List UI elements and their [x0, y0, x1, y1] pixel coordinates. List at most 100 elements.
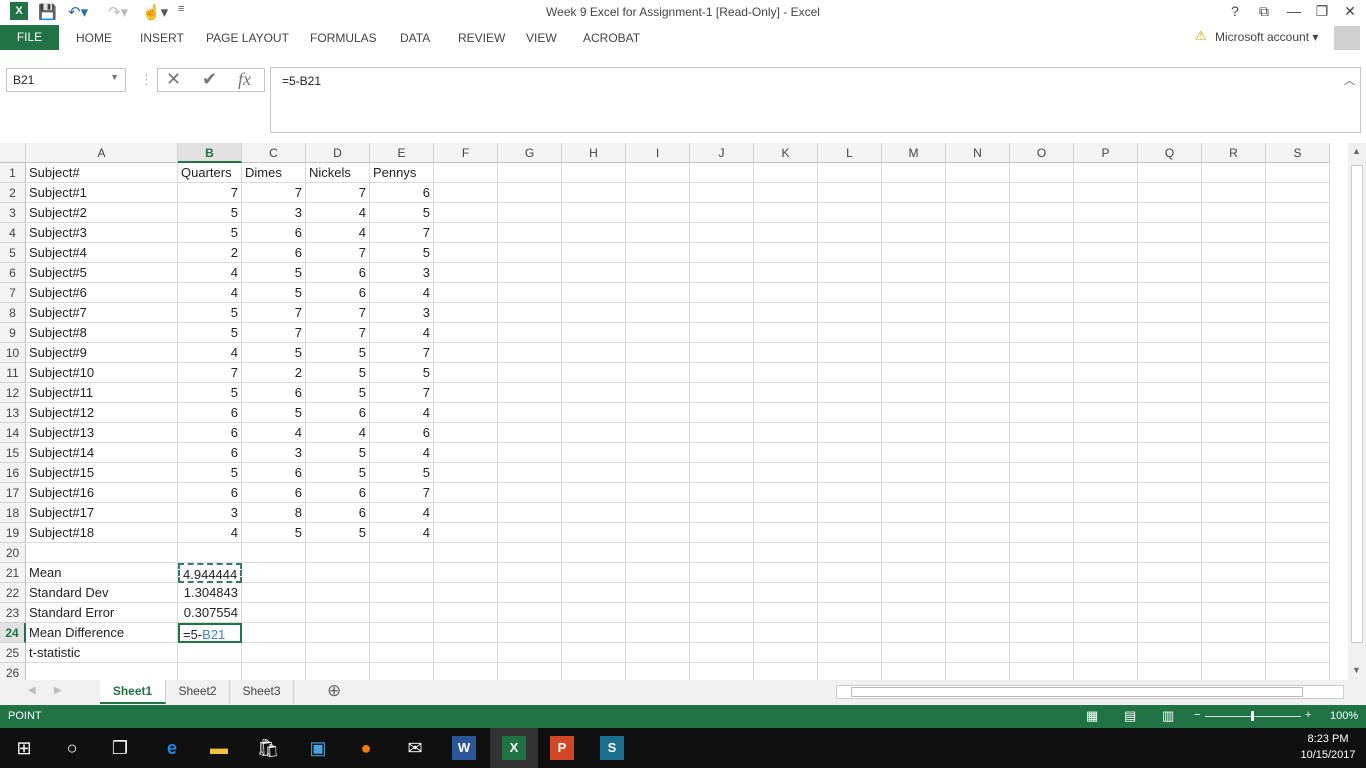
cell-m19[interactable] [882, 523, 946, 543]
scroll-right-icon[interactable]: ▶ [54, 685, 62, 696]
cell-p24[interactable] [1074, 623, 1138, 643]
cell-q11[interactable] [1138, 363, 1202, 383]
cell-a4[interactable]: Subject#3 [26, 223, 178, 243]
cell-c9[interactable]: 7 [242, 323, 306, 343]
cell-q15[interactable] [1138, 443, 1202, 463]
formula-input[interactable]: =5-B21 [270, 67, 1361, 133]
cell-r20[interactable] [1202, 543, 1266, 563]
cell-d1[interactable]: Nickels [306, 163, 370, 183]
insert-function-icon[interactable]: fx [238, 69, 251, 90]
cell-n19[interactable] [946, 523, 1010, 543]
cell-m21[interactable] [882, 563, 946, 583]
row-header-11[interactable]: 11 [0, 363, 26, 383]
cell-n18[interactable] [946, 503, 1010, 523]
cell-e17[interactable]: 7 [370, 483, 434, 503]
cell-i19[interactable] [626, 523, 690, 543]
sheet-tab-sheet1[interactable]: Sheet1 [100, 680, 166, 704]
column-header-l[interactable]: L [818, 143, 882, 163]
cell-q23[interactable] [1138, 603, 1202, 623]
cell-r8[interactable] [1202, 303, 1266, 323]
cell-d7[interactable]: 6 [306, 283, 370, 303]
cell-q12[interactable] [1138, 383, 1202, 403]
cell-f14[interactable] [434, 423, 498, 443]
zoom-slider-thumb[interactable] [1251, 711, 1254, 721]
column-header-a[interactable]: A [26, 143, 178, 163]
cell-i11[interactable] [626, 363, 690, 383]
cell-a13[interactable]: Subject#12 [26, 403, 178, 423]
cell-o23[interactable] [1010, 603, 1074, 623]
cell-l20[interactable] [818, 543, 882, 563]
cell-i17[interactable] [626, 483, 690, 503]
cell-g5[interactable] [498, 243, 562, 263]
cell-h26[interactable] [562, 663, 626, 680]
cell-h4[interactable] [562, 223, 626, 243]
cell-e4[interactable]: 7 [370, 223, 434, 243]
cell-r17[interactable] [1202, 483, 1266, 503]
cell-o1[interactable] [1010, 163, 1074, 183]
cell-f26[interactable] [434, 663, 498, 680]
cell-g14[interactable] [498, 423, 562, 443]
cell-b26[interactable] [178, 663, 242, 680]
cell-o13[interactable] [1010, 403, 1074, 423]
cell-b13[interactable]: 6 [178, 403, 242, 423]
cell-r2[interactable] [1202, 183, 1266, 203]
cell-s2[interactable] [1266, 183, 1330, 203]
cell-m4[interactable] [882, 223, 946, 243]
cell-j22[interactable] [690, 583, 754, 603]
column-header-f[interactable]: F [434, 143, 498, 163]
cell-b23[interactable]: 0.307554 [178, 603, 242, 623]
cell-n1[interactable] [946, 163, 1010, 183]
cell-j16[interactable] [690, 463, 754, 483]
cell-s14[interactable] [1266, 423, 1330, 443]
cell-g22[interactable] [498, 583, 562, 603]
cell-n8[interactable] [946, 303, 1010, 323]
cell-h13[interactable] [562, 403, 626, 423]
page-layout-view-icon[interactable]: ▤ [1124, 708, 1136, 724]
cell-i12[interactable] [626, 383, 690, 403]
cell-f9[interactable] [434, 323, 498, 343]
cell-p5[interactable] [1074, 243, 1138, 263]
cell-m16[interactable] [882, 463, 946, 483]
column-header-d[interactable]: D [306, 143, 370, 163]
cell-q6[interactable] [1138, 263, 1202, 283]
cell-i21[interactable] [626, 563, 690, 583]
cell-k8[interactable] [754, 303, 818, 323]
cell-q13[interactable] [1138, 403, 1202, 423]
cell-l9[interactable] [818, 323, 882, 343]
cell-j1[interactable] [690, 163, 754, 183]
cell-r6[interactable] [1202, 263, 1266, 283]
cell-j21[interactable] [690, 563, 754, 583]
cell-p26[interactable] [1074, 663, 1138, 680]
cell-f21[interactable] [434, 563, 498, 583]
cell-q3[interactable] [1138, 203, 1202, 223]
cell-e1[interactable]: Pennys [370, 163, 434, 183]
cell-g16[interactable] [498, 463, 562, 483]
zoom-out-icon[interactable]: − [1194, 709, 1200, 721]
cell-o10[interactable] [1010, 343, 1074, 363]
cell-o11[interactable] [1010, 363, 1074, 383]
cell-r13[interactable] [1202, 403, 1266, 423]
cell-m13[interactable] [882, 403, 946, 423]
cell-s15[interactable] [1266, 443, 1330, 463]
cell-r21[interactable] [1202, 563, 1266, 583]
cell-p1[interactable] [1074, 163, 1138, 183]
cell-e26[interactable] [370, 663, 434, 680]
cell-a26[interactable] [26, 663, 178, 680]
cell-i22[interactable] [626, 583, 690, 603]
cell-q7[interactable] [1138, 283, 1202, 303]
cell-n25[interactable] [946, 643, 1010, 663]
cell-p22[interactable] [1074, 583, 1138, 603]
cell-q9[interactable] [1138, 323, 1202, 343]
cell-r14[interactable] [1202, 423, 1266, 443]
spreadsheet-grid[interactable]: A B C D E F G H I J K L M N O P Q R S 1 Subject# Quarters Dime… [0, 143, 1348, 680]
cell-p18[interactable] [1074, 503, 1138, 523]
column-header-s[interactable]: S [1266, 143, 1330, 163]
cell-h25[interactable] [562, 643, 626, 663]
cell-d18[interactable]: 6 [306, 503, 370, 523]
cell-o15[interactable] [1010, 443, 1074, 463]
cell-g6[interactable] [498, 263, 562, 283]
cell-f10[interactable] [434, 343, 498, 363]
cell-d23[interactable] [306, 603, 370, 623]
cell-d3[interactable]: 4 [306, 203, 370, 223]
cell-n5[interactable] [946, 243, 1010, 263]
